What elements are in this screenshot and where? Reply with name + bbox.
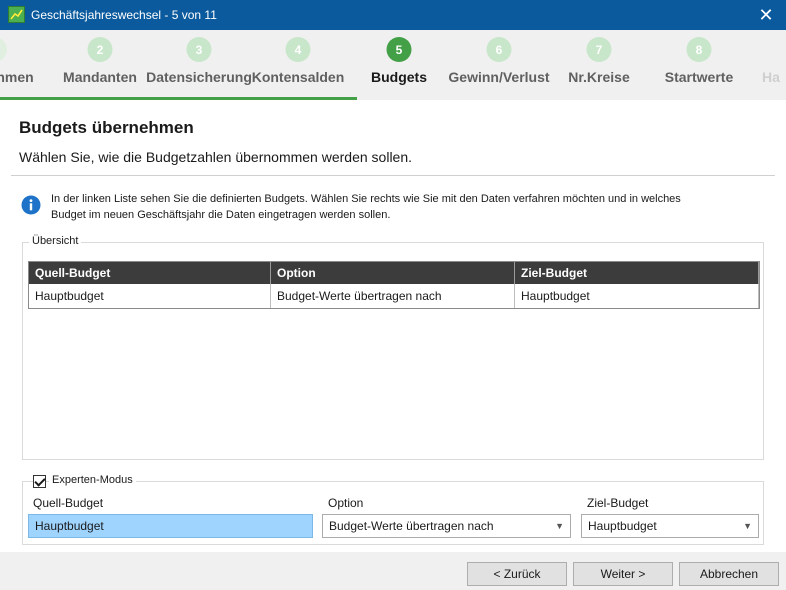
step-label: Mandanten: [63, 69, 137, 85]
source-budget-field[interactable]: Hauptbudget: [28, 514, 313, 538]
info-line: In der linken Liste sehen Sie die defini…: [51, 193, 681, 205]
target-budget-label: Ziel-Budget: [587, 496, 649, 510]
cell-option: Budget-Werte übertragen nach: [271, 284, 515, 308]
column-header-source[interactable]: Quell-Budget: [29, 262, 271, 284]
step-label: Nr.Kreise: [568, 69, 630, 85]
page-subtitle: Wählen Sie, wie die Budgetzahlen übernom…: [19, 149, 413, 165]
button-bar: < Zurück Weiter > Abbrechen: [0, 552, 786, 590]
cell-target: Hauptbudget: [515, 284, 759, 308]
step-label: Startwerte: [664, 69, 734, 85]
target-budget-select[interactable]: Hauptbudget ▼: [581, 514, 759, 538]
step-circle: [0, 37, 7, 62]
source-budget-label: Quell-Budget: [33, 496, 104, 510]
expert-group: Experten-Modus Quell-Budget Hauptbudget …: [22, 474, 764, 545]
step-label: Datensicherung: [146, 69, 252, 85]
step-1: nmen: [0, 30, 50, 100]
next-button[interactable]: Weiter >: [573, 562, 673, 586]
overview-group: Übersicht Quell-Budget Option Ziel-Budge…: [22, 235, 764, 460]
step-label: Kontensalden: [251, 69, 345, 85]
wizard-content: Budgets übernehmen Wählen Sie, wie die B…: [0, 100, 786, 552]
column-header-option[interactable]: Option: [271, 262, 515, 284]
close-button[interactable]: ✕: [746, 0, 786, 30]
info-line: Budget im neuen Geschäftsjahr die Daten …: [51, 209, 391, 221]
target-budget-value: Hauptbudget: [588, 519, 657, 533]
expert-mode-label[interactable]: Experten-Modus: [49, 474, 136, 486]
step-circle: 3: [186, 37, 212, 62]
column-header-target[interactable]: Ziel-Budget: [515, 262, 759, 284]
step-mandanten: 2 Mandanten: [52, 30, 148, 100]
step-next-faded: Ha: [754, 30, 786, 100]
app-chart-icon: [8, 6, 25, 23]
overview-grid[interactable]: Quell-Budget Option Ziel-Budget Hauptbud…: [28, 261, 760, 309]
step-gewinn-verlust: 6 Gewinn/Verlust: [444, 30, 554, 100]
window-title: Geschäftsjahreswechsel - 5 von 11: [31, 8, 217, 22]
step-circle: 4: [285, 37, 311, 62]
step-label: Budgets: [371, 69, 427, 85]
step-label: Gewinn/Verlust: [448, 69, 550, 85]
step-circle: 8: [686, 37, 712, 62]
info-icon: [21, 195, 41, 215]
step-label: nmen: [0, 69, 34, 85]
step-kontensalden: 4 Kontensalden: [248, 30, 348, 100]
back-button[interactable]: < Zurück: [467, 562, 567, 586]
step-budgets: 5 Budgets: [354, 30, 444, 100]
chevron-down-icon: ▼: [743, 521, 752, 531]
chevron-down-icon: ▼: [555, 521, 564, 531]
page-title: Budgets übernehmen: [19, 118, 194, 137]
title-bar: Geschäftsjahreswechsel - 5 von 11 ✕: [0, 0, 786, 30]
step-circle: 6: [486, 37, 512, 62]
overview-legend: Übersicht: [29, 235, 82, 247]
info-text: In der linken Liste sehen Sie die defini…: [51, 191, 761, 223]
expert-mode-checkbox[interactable]: [33, 475, 46, 488]
step-startwerte: 8 Startwerte: [654, 30, 744, 100]
step-nr-kreise: 7 Nr.Kreise: [554, 30, 644, 100]
divider: [11, 175, 775, 176]
step-circle: 5: [386, 37, 412, 62]
option-select[interactable]: Budget-Werte übertragen nach ▼: [322, 514, 571, 538]
option-select-value: Budget-Werte übertragen nach: [329, 519, 494, 533]
step-datensicherung: 3 Datensicherung: [144, 30, 254, 100]
wizard-steps: nmen 2 Mandanten 3 Datensicherung 4 Kont…: [0, 30, 786, 100]
grid-header: Quell-Budget Option Ziel-Budget: [29, 262, 759, 284]
option-label: Option: [328, 496, 364, 510]
cancel-button[interactable]: Abbrechen: [679, 562, 779, 586]
cell-source: Hauptbudget: [29, 284, 271, 308]
step-circle: 7: [586, 37, 612, 62]
step-circle: 2: [87, 37, 113, 62]
table-row[interactable]: Hauptbudget Budget-Werte übertragen nach…: [29, 284, 759, 308]
step-label: Ha: [762, 69, 780, 85]
